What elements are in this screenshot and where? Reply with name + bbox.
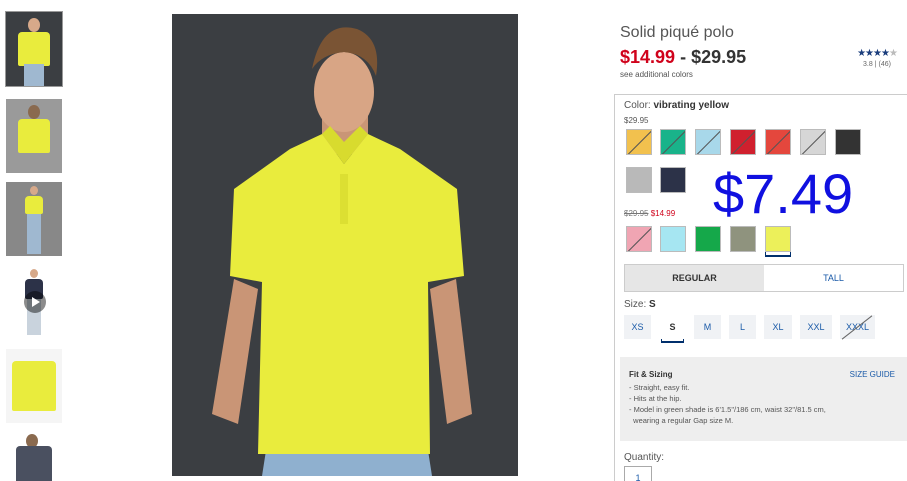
sale-price: $14.99 bbox=[620, 47, 676, 67]
rating-summary: 3.8 | (46) bbox=[863, 61, 891, 68]
main-product-image[interactable] bbox=[172, 14, 518, 476]
product-title: Solid piqué polo bbox=[620, 24, 734, 41]
thumbnail-navy[interactable] bbox=[6, 432, 62, 481]
tab-tall[interactable]: TALL bbox=[764, 265, 903, 291]
color-swatch-gold[interactable] bbox=[626, 129, 652, 155]
quantity-label: Quantity: bbox=[624, 452, 665, 463]
see-additional-colors-link[interactable]: see additional colors bbox=[620, 70, 693, 79]
size-xxxl-button[interactable]: XXXL bbox=[840, 315, 875, 339]
thumbnail-flat[interactable] bbox=[6, 349, 62, 423]
fit-sizing-title: Fit & Sizing bbox=[629, 370, 673, 379]
swatch-group-sale-price: $29.95 $14.99 bbox=[624, 209, 676, 218]
fit-details-list: - Straight, easy fit. - Hits at the hip.… bbox=[629, 382, 899, 426]
overlay-price: $7.49 bbox=[713, 162, 854, 225]
size-m-button[interactable]: M bbox=[694, 315, 721, 339]
fit-sizing-box: Fit & Sizing SIZE GUIDE - Straight, easy… bbox=[620, 357, 907, 441]
regular-price: $29.95 bbox=[691, 47, 747, 67]
swatch-group-price: $29.95 bbox=[624, 116, 649, 125]
color-swatch-red[interactable] bbox=[730, 129, 756, 155]
size-label: Size: S bbox=[624, 299, 656, 310]
list-item: - Model in green shade is 6'1.5"/186 cm,… bbox=[629, 405, 826, 414]
price-range: $14.99 - $29.95 bbox=[620, 47, 746, 68]
size-xxl-button[interactable]: XXL bbox=[800, 315, 832, 339]
rating-widget[interactable]: ★★★★★ 3.8 | (46) bbox=[852, 48, 902, 68]
color-swatch-olive-gray[interactable] bbox=[730, 226, 756, 252]
list-item: wearing a regular Gap size M. bbox=[629, 416, 734, 425]
size-xs-button[interactable]: XS bbox=[624, 315, 651, 339]
color-swatch-coral-red[interactable] bbox=[765, 129, 791, 155]
color-swatch-navy[interactable] bbox=[660, 167, 686, 193]
color-swatch-heather-gray[interactable] bbox=[626, 167, 652, 193]
size-xl-button[interactable]: XL bbox=[764, 315, 792, 339]
star-rating-icon: ★★★★★ bbox=[857, 48, 898, 59]
color-swatch-kelly-green[interactable] bbox=[695, 226, 721, 252]
fit-tabs: REGULAR TALL bbox=[624, 264, 904, 292]
size-s-button[interactable]: S bbox=[659, 315, 686, 339]
thumbnail-front[interactable] bbox=[5, 11, 63, 87]
thumbnail-full-body[interactable] bbox=[6, 182, 62, 256]
color-swatch-light-gray[interactable] bbox=[800, 129, 826, 155]
color-swatch-aqua[interactable] bbox=[660, 226, 686, 252]
play-icon bbox=[24, 291, 46, 313]
size-guide-link[interactable]: SIZE GUIDE bbox=[850, 370, 895, 379]
thumbnail-back[interactable] bbox=[6, 99, 62, 173]
tab-regular[interactable]: REGULAR bbox=[625, 265, 764, 291]
list-item: - Hits at the hip. bbox=[629, 394, 682, 403]
color-swatch-vibrating-yellow[interactable] bbox=[765, 226, 791, 252]
size-l-button[interactable]: L bbox=[729, 315, 756, 339]
color-swatch-charcoal[interactable] bbox=[835, 129, 861, 155]
quantity-input[interactable]: 1 bbox=[624, 466, 652, 481]
color-swatch-light-blue[interactable] bbox=[695, 129, 721, 155]
color-label: Color: vibrating yellow bbox=[624, 100, 730, 111]
color-swatch-pink[interactable] bbox=[626, 226, 652, 252]
list-item: - Straight, easy fit. bbox=[629, 383, 690, 392]
color-swatch-green[interactable] bbox=[660, 129, 686, 155]
thumbnail-video[interactable] bbox=[6, 265, 62, 339]
price-separator: - bbox=[675, 47, 692, 67]
